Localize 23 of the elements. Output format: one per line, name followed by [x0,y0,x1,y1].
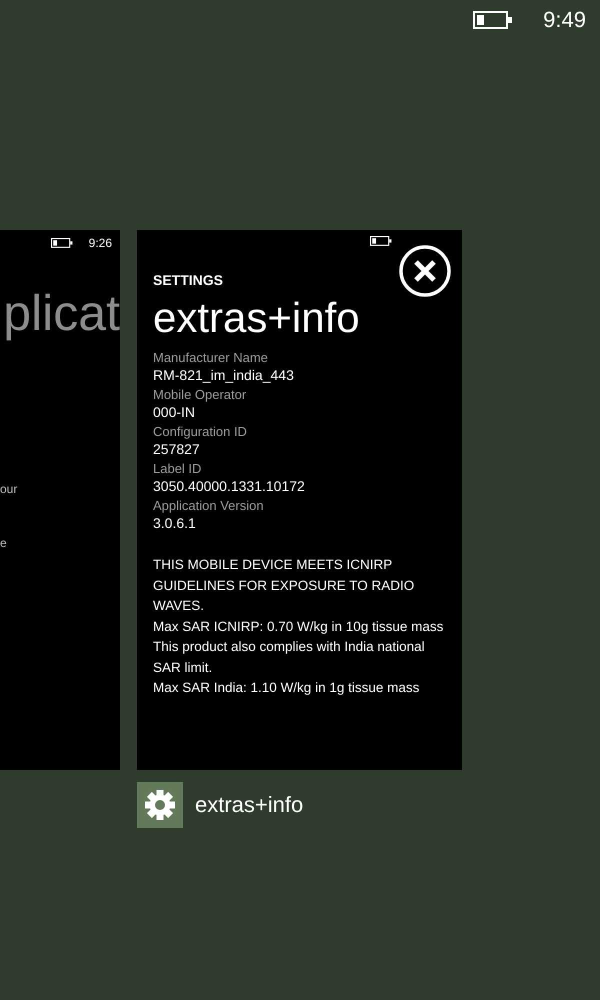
status-time: 9:49 [543,7,586,33]
field-value: 000-IN [153,404,196,420]
field-label: Configuration ID [153,424,248,439]
field-label: Mobile Operator [153,387,248,402]
notice-text: THIS MOBILE DEVICE MEETS ICNIRP GUIDELINES FOR EXPOSURE TO RADIO WAVES. [153,556,416,615]
notice-text: This product also complies with India national SAR limit. [153,638,426,676]
field-value: RM-821_im_india_443 [153,367,295,383]
page-title: extras+info [153,294,361,342]
field-label: Application Version [153,498,265,513]
status-time: 9:26 [88,236,112,250]
list-item-text: our [0,482,18,496]
field-label: Manufacturer Name [153,350,269,365]
field-label: Label ID [153,461,202,476]
app-card[interactable]: 9:26 plicat our e [0,230,120,770]
field-value: 3050.40000.1331.10172 [153,478,306,494]
section-label: SETTINGS [153,272,224,288]
notice-text: Max SAR ICNIRP: 0.70 W/kg in 10g tissue mass [153,618,444,636]
field-value: 257827 [153,441,201,457]
app-name: extras+info [195,792,304,818]
field-value: 3.0.6.1 [153,515,197,531]
page-title: plicat [3,284,120,342]
list-item-text: e [0,536,7,550]
notice-text: Max SAR India: 1.10 W/kg in 1g tissue mass [153,679,420,697]
